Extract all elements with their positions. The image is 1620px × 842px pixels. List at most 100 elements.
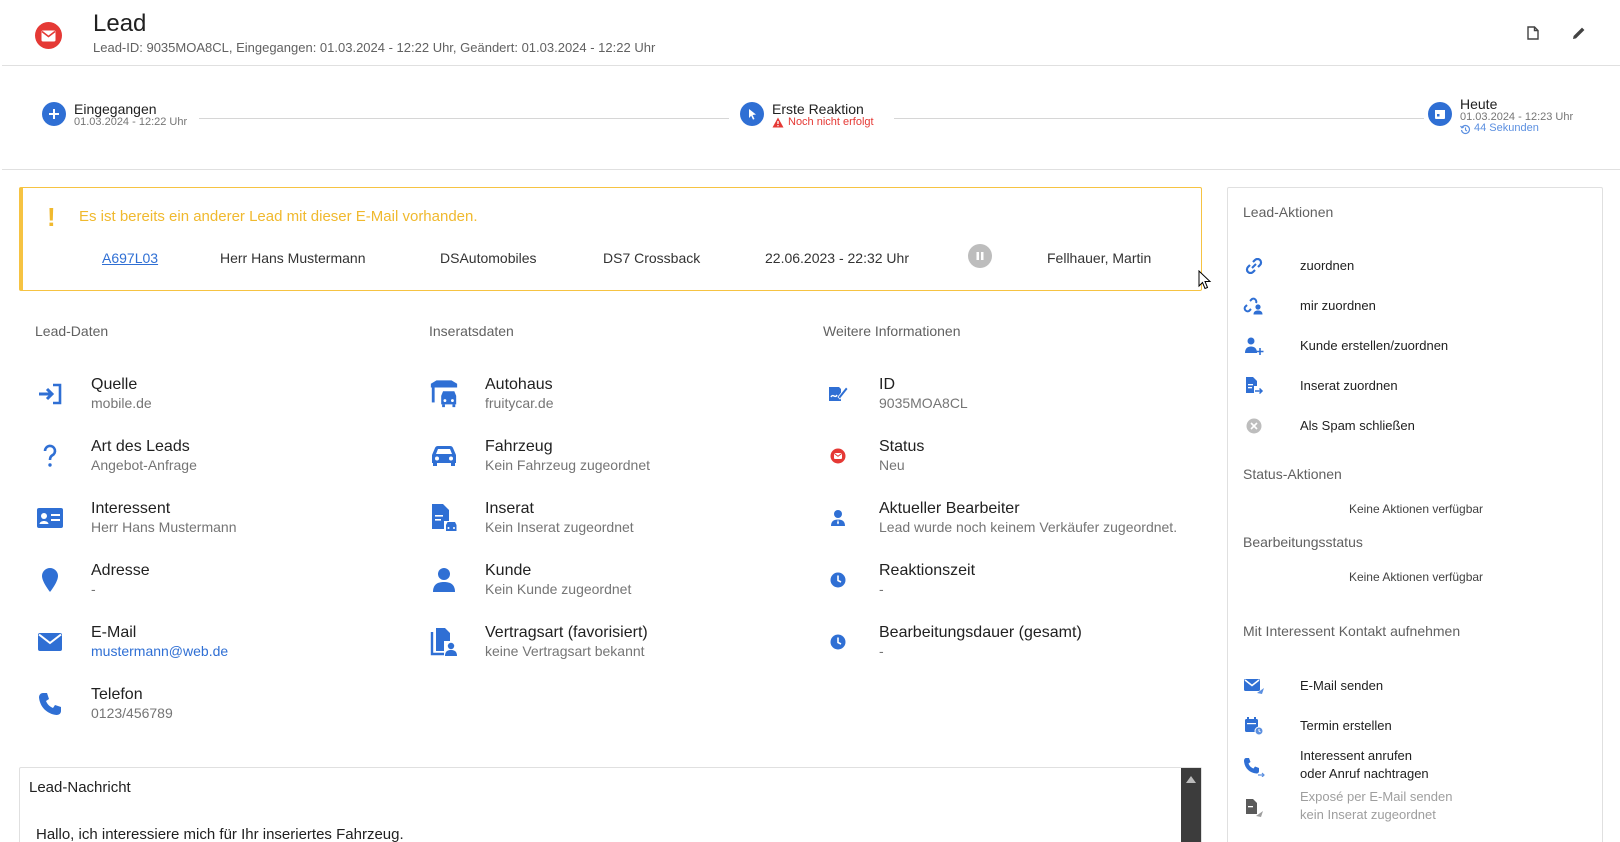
- field-email: E-Mail mustermann@web.de: [35, 623, 228, 659]
- duplicate-lead-vehicle: DS7 Crossback: [603, 250, 701, 266]
- phone-icon: [35, 689, 65, 719]
- action-close-as-spam[interactable]: Als Spam schließen: [1243, 415, 1415, 437]
- field-value: Kein Fahrzeug zugeordnet: [485, 457, 650, 473]
- field-label: ID: [879, 376, 895, 393]
- processing-status-title: Bearbeitungsstatus: [1243, 534, 1363, 550]
- action-label: Kunde erstellen/zuordnen: [1300, 338, 1449, 353]
- alert-title: Es ist bereits ein anderer Lead mit dies…: [79, 208, 478, 225]
- timeline-step-first-reaction: Erste Reaktion Noch nicht erfolgt: [740, 102, 874, 128]
- field-value: -: [879, 643, 884, 659]
- duplicate-lead-dealer: DSAutomobiles: [440, 250, 537, 266]
- field-value: Kein Kunde zugeordnet: [485, 581, 632, 597]
- field-customer: Kunde Kein Kunde zugeordnet: [429, 561, 631, 597]
- message-scrollbar[interactable]: [1181, 768, 1201, 842]
- field-prospect: Interessent Herr Hans Mustermann: [35, 499, 237, 535]
- timeline-label: Erste Reaktion: [772, 101, 864, 117]
- field-processing-duration: Bearbeitungsdauer (gesamt) -: [823, 623, 1082, 659]
- duplicate-lead-person: Herr Hans Mustermann: [220, 250, 366, 266]
- calendar-clock-icon: [1243, 715, 1265, 737]
- action-create-appointment[interactable]: Termin erstellen: [1243, 715, 1392, 737]
- action-create-customer[interactable]: Kunde erstellen/zuordnen: [1243, 335, 1448, 357]
- field-label: Bearbeitungsdauer (gesamt): [879, 624, 1082, 641]
- field-contract-type: Vertragsart (favorisiert) keine Vertragsa…: [429, 623, 648, 659]
- field-ad: Inserat Kein Inserat zugeordnet: [429, 499, 634, 535]
- section-title-more-info: Weitere Informationen: [823, 323, 961, 339]
- timeline-date: 01.03.2024 - 12:22 Uhr: [74, 115, 188, 128]
- agent-icon: [823, 503, 853, 533]
- document-send-icon: [1243, 797, 1265, 819]
- field-address: Adresse -: [35, 561, 150, 597]
- field-vehicle: Fahrzeug Kein Fahrzeug zugeordnet: [429, 437, 650, 473]
- email-link[interactable]: mustermann@web.de: [91, 642, 228, 661]
- processing-status-empty: Keine Aktionen verfügbar: [1348, 570, 1484, 584]
- scroll-up-arrow-icon[interactable]: [1186, 776, 1196, 783]
- page-title: Lead: [93, 10, 147, 37]
- action-label-sub: kein Inserat zugeordnet: [1300, 807, 1436, 822]
- action-send-email[interactable]: E-Mail senden: [1243, 675, 1383, 697]
- field-label: Art des Leads: [91, 438, 190, 455]
- lead-message-body: Hallo, ich interessiere mich für Ihr ins…: [36, 826, 404, 842]
- field-label: Inserat: [485, 500, 534, 517]
- clock-icon: [823, 627, 853, 657]
- mouse-cursor-icon: [1198, 269, 1212, 295]
- section-title-ad-data: Inseratsdaten: [429, 323, 514, 339]
- field-label: Reaktionszeit: [879, 562, 976, 579]
- field-value: Lead wurde noch keinem Verkäufer zugeord…: [879, 519, 1178, 535]
- car-icon: [429, 441, 459, 471]
- field-value: Angebot-Anfrage: [91, 457, 197, 473]
- map-pin-icon: [35, 565, 65, 595]
- field-label: Status: [879, 438, 925, 455]
- actions-sidebar: Lead-Aktionen zuordnen mir zuordnen Kund…: [1227, 187, 1603, 842]
- action-assign[interactable]: zuordnen: [1243, 255, 1354, 277]
- edit-button[interactable]: [1568, 22, 1590, 44]
- clock-icon: [823, 565, 853, 595]
- field-label: Kunde: [485, 562, 532, 579]
- timeline-step-today: Heute 01.03.2024 - 12:23 Uhr 44 Sekunden: [1428, 97, 1573, 135]
- field-label: Fahrzeug: [485, 438, 553, 455]
- person-add-icon: [1243, 335, 1265, 357]
- field-phone: Telefon 0123/456789: [35, 685, 173, 721]
- section-title-lead-data: Lead-Daten: [35, 323, 109, 339]
- calendar-icon: [1428, 102, 1452, 126]
- field-value: Herr Hans Mustermann: [91, 519, 237, 535]
- field-label: Telefon: [91, 686, 143, 703]
- action-send-expose[interactable]: Exposé per E-Mail senden kein Inserat zu…: [1243, 789, 1452, 822]
- document-button[interactable]: [1522, 22, 1544, 44]
- action-label-main: Interessent anrufen: [1300, 748, 1413, 763]
- field-value: 0123/456789: [91, 705, 173, 721]
- action-label-main: Exposé per E-Mail senden: [1300, 789, 1453, 804]
- timeline-connector: [199, 118, 729, 119]
- field-label: E-Mail: [91, 624, 137, 641]
- field-label: Aktueller Bearbeiter: [879, 500, 1020, 517]
- question-icon: [35, 441, 65, 471]
- contract-person-icon: [429, 627, 459, 657]
- link-icon: [1243, 255, 1265, 277]
- field-label: Autohaus: [485, 376, 553, 393]
- timeline-warning: Noch nicht erfolgt: [772, 115, 874, 129]
- action-assign-ad[interactable]: Inserat zuordnen: [1243, 375, 1398, 397]
- lead-message-title: Lead-Nachricht: [29, 779, 131, 796]
- field-value: -: [879, 581, 884, 597]
- field-status: Status Neu: [823, 437, 924, 473]
- field-value: Kein Inserat zugeordnet: [485, 519, 634, 535]
- page-subtitle: Lead-ID: 9035MOA8CL, Eingegangen: 01.03.…: [93, 40, 656, 55]
- field-dealer: Autohaus fruitycar.de: [429, 375, 553, 411]
- field-value: Neu: [879, 457, 905, 473]
- status-actions-empty: Keine Aktionen verfügbar: [1348, 502, 1484, 516]
- field-value: 9035MOA8CL: [879, 395, 968, 411]
- action-label: Als Spam schließen: [1300, 418, 1415, 433]
- duplicate-lead-link[interactable]: A697L03: [102, 250, 158, 266]
- lead-page: Lead Lead-ID: 9035MOA8CL, Eingegangen: 0…: [0, 0, 1620, 842]
- timeline-warning-text: Noch nicht erfolgt: [788, 115, 874, 128]
- action-assign-to-me[interactable]: mir zuordnen: [1243, 295, 1376, 317]
- lead-message-panel: Lead-Nachricht Hallo, ich interessiere m…: [19, 767, 1202, 842]
- duplicate-lead-agent: Fellhauer, Martin: [1047, 250, 1152, 266]
- action-call-prospect[interactable]: Interessent anrufen oder Anruf nachtrage…: [1243, 748, 1429, 781]
- envelope-status-icon: [35, 22, 62, 49]
- duplicate-lead-alert: ! Es ist bereits ein anderer Lead mit di…: [19, 187, 1202, 291]
- field-label: Quelle: [91, 376, 138, 393]
- lead-actions-title: Lead-Aktionen: [1243, 204, 1334, 220]
- history-icon: [1460, 124, 1470, 134]
- field-value: -: [91, 581, 96, 597]
- ad-document-icon: [429, 503, 459, 533]
